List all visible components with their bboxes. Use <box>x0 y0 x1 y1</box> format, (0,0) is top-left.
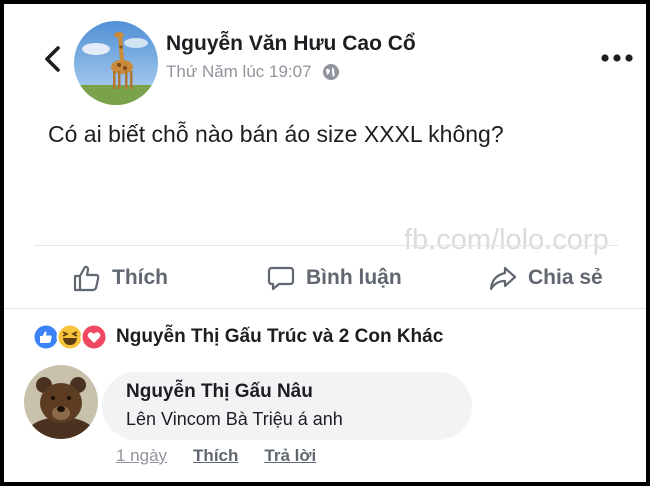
post-meta: Thứ Năm lúc 19:07 <box>166 62 340 82</box>
comment-icon <box>267 266 295 291</box>
bear-avatar-image <box>24 365 98 439</box>
comment-actions: 1 ngày Thích Trả lời <box>116 446 342 466</box>
divider <box>34 245 618 246</box>
divider <box>4 308 646 309</box>
comment-text: Lên Vincom Bà Triệu á anh <box>126 409 343 429</box>
share-icon <box>489 266 517 291</box>
like-label: Thích <box>112 266 168 289</box>
comment-label: Bình luận <box>306 266 402 289</box>
back-arrow-icon[interactable] <box>40 44 66 74</box>
comment-author[interactable]: Nguyễn Thị Gấu Nâu <box>126 381 313 403</box>
post-text: Có ai biết chỗ nào bán áo size XXXL khôn… <box>48 121 504 147</box>
giraffe-avatar-image <box>74 21 158 105</box>
post-actions-bar: Thích Bình luận Chia sẻ <box>4 259 646 297</box>
reactions-summary[interactable]: Nguyễn Thị Gấu Trúc và 2 Con Khác <box>32 322 443 352</box>
reactions-summary-text: Nguyễn Thị Gấu Trúc và 2 Con Khác <box>116 326 444 347</box>
more-options-icon[interactable] <box>600 52 634 64</box>
commenter-avatar[interactable] <box>24 365 98 439</box>
author-avatar[interactable] <box>74 21 158 105</box>
post-timestamp[interactable]: Thứ Năm lúc 19:07 <box>166 62 312 82</box>
comment-like-button[interactable]: Thích <box>193 446 238 466</box>
comment-button[interactable]: Bình luận <box>266 259 402 297</box>
comment-reply-button[interactable]: Trả lời <box>264 446 316 466</box>
comment-time[interactable]: 1 ngày <box>116 446 167 466</box>
post-frame: Nguyễn Văn Hưu Cao Cổ Thứ Năm lúc 19:07 … <box>4 4 646 482</box>
globe-icon <box>322 64 339 80</box>
like-button[interactable]: Thích <box>72 259 168 297</box>
reaction-icons <box>32 323 112 351</box>
post-author-name[interactable]: Nguyễn Văn Hưu Cao Cổ <box>166 32 416 56</box>
watermark: fb.com/lolo.corp <box>404 224 609 256</box>
love-reaction-icon <box>80 323 108 351</box>
comment-bubble: Nguyễn Thị Gấu Nâu Lên Vincom Bà Triệu á… <box>102 372 472 440</box>
share-label: Chia sẻ <box>528 266 603 289</box>
share-button[interactable]: Chia sẻ <box>488 259 603 297</box>
thumbs-up-icon <box>73 265 100 292</box>
